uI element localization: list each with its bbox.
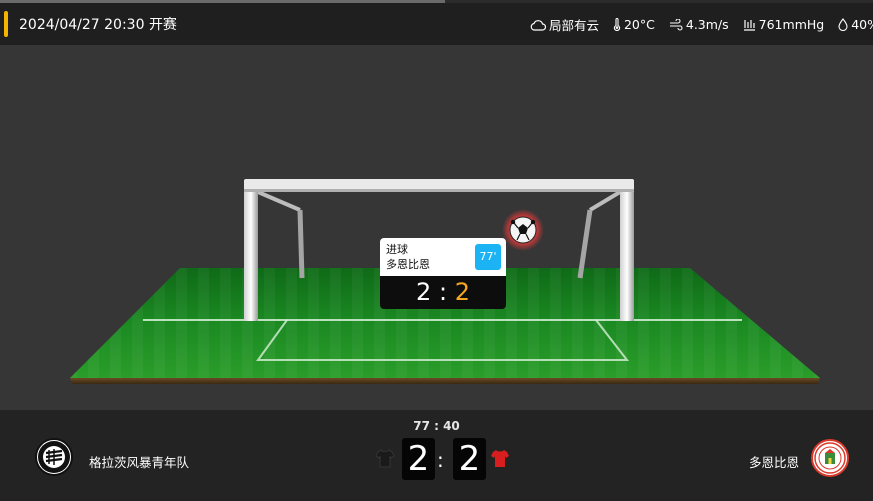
home-jersey-icon: [375, 449, 395, 468]
weather-wind: 4.3m/s: [669, 17, 729, 32]
goal-event-header: 进球 多恩比恩 77': [380, 238, 506, 276]
wind-icon: [669, 18, 683, 31]
pitch-animation-area: 进球 多恩比恩 77' 2 : 2: [0, 45, 873, 410]
away-team-logo[interactable]: [811, 439, 849, 477]
goal-event-popup: 进球 多恩比恩 77' 2 : 2: [380, 238, 506, 309]
pressure-icon: [743, 19, 755, 31]
header-accent: [4, 11, 8, 37]
home-team-name[interactable]: 格拉茨风暴青年队: [89, 452, 189, 471]
thermometer-icon: [613, 18, 621, 31]
weather-condition-text: 局部有云: [548, 18, 599, 33]
weather-humidity-text: 40%: [851, 17, 873, 32]
home-team-logo[interactable]: [35, 438, 73, 476]
home-score: 2: [402, 438, 435, 480]
goal-event-type: 进球: [386, 243, 408, 256]
weather-condition: 局部有云: [530, 15, 599, 34]
pitch-scene: [70, 179, 820, 384]
goal-event-score-away: 2: [454, 278, 470, 306]
away-team-crest-icon: [814, 442, 846, 474]
home-team-crest-icon: [38, 441, 70, 473]
weather-bar: 局部有云 20°C 4.3m/s 761mmHg 40%: [516, 15, 873, 34]
weather-temperature-text: 20°C: [623, 17, 655, 32]
weather-temperature: 20°C: [613, 17, 655, 32]
cloud-icon: [530, 19, 546, 31]
weather-pressure-text: 761mmHg: [758, 17, 825, 32]
header-bar: 2024/04/27 20:30 开赛 局部有云 20°C 4.3m/s 761…: [0, 3, 873, 45]
match-clock: 77 : 40: [413, 419, 460, 433]
goal-event-score-home: 2: [416, 278, 432, 306]
humidity-icon: [838, 18, 848, 31]
weather-humidity: 40%: [838, 17, 873, 32]
away-team-name[interactable]: 多恩比恩: [749, 452, 799, 471]
kickoff-time: 2024/04/27 20:30 开赛: [19, 17, 177, 33]
weather-wind-text: 4.3m/s: [685, 17, 729, 32]
away-score: 2: [453, 438, 486, 480]
weather-pressure: 761mmHg: [743, 17, 825, 32]
goal-event-score-separator: :: [438, 278, 448, 306]
goal-event-minute: 77': [475, 244, 501, 270]
goal-event-score: 2 : 2: [380, 276, 506, 309]
goal-event-team: 多恩比恩: [386, 258, 430, 271]
away-jersey-icon: [491, 450, 509, 467]
score-separator: :: [437, 448, 444, 472]
scoreboard-bar: 77 : 40 格拉茨风暴青年队 2 : 2 多恩比恩: [0, 410, 873, 501]
soccer-ball-icon: [502, 209, 544, 251]
